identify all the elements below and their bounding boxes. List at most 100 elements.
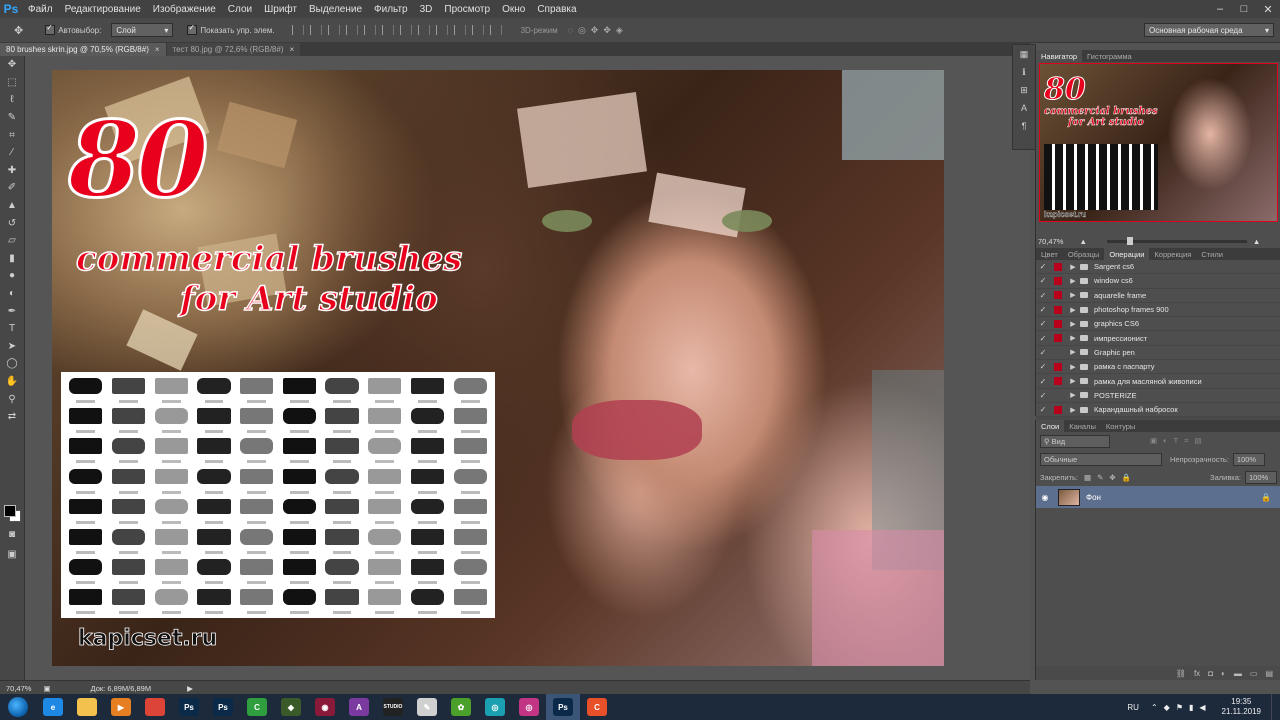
pen-tool-icon[interactable]: ✒ — [0, 302, 24, 320]
distribute-6-icon[interactable] — [489, 25, 502, 35]
align-center-icon[interactable] — [363, 25, 376, 35]
distribute-3-icon[interactable] — [435, 25, 448, 35]
distribute-4-icon[interactable] — [453, 25, 466, 35]
3d-tools-icons[interactable]: ◌◎✥✥◈ — [568, 25, 628, 36]
action-set-row[interactable]: ✓ ▶ рамка для масляной живописи — [1036, 374, 1280, 389]
menu-edit[interactable]: Редактирование — [59, 4, 147, 15]
expand-triangle-icon[interactable]: ▶ — [1066, 320, 1080, 328]
tab-adjustments[interactable]: Коррекция — [1149, 248, 1196, 260]
taskbar-app-media[interactable]: ▶ — [104, 694, 138, 720]
crop-tool-icon[interactable]: ⌗ — [0, 126, 24, 144]
dodge-tool-icon[interactable]: ◐ — [0, 285, 24, 303]
toggle-check-icon[interactable]: ✓ — [1036, 334, 1050, 343]
menu-window[interactable]: Окно — [496, 4, 531, 15]
zoom-slider[interactable] — [1106, 236, 1247, 245]
type-tool-icon[interactable]: T — [0, 320, 24, 338]
photoshop-logo[interactable]: Ps — [0, 0, 22, 18]
blend-mode-dropdown[interactable]: Обычные — [1040, 452, 1162, 466]
align-bottom-icon[interactable] — [327, 25, 340, 35]
taskbar-app-app13[interactable]: ✿ — [444, 694, 478, 720]
expand-triangle-icon[interactable]: ▶ — [1066, 291, 1080, 299]
marquee-tool-icon[interactable]: ⬚ — [0, 74, 24, 92]
tab-color[interactable]: Цвет — [1036, 248, 1063, 260]
dialog-toggle-icon[interactable] — [1054, 391, 1062, 399]
action-set-row[interactable]: ✓ ▶ graphics CS6 — [1036, 317, 1280, 332]
action-set-row[interactable]: ✓ ▶ POSTERIZE — [1036, 389, 1280, 403]
taskbar-app-ps1[interactable]: Ps — [172, 694, 206, 720]
taskbar-app-explorer[interactable] — [70, 694, 104, 720]
toggle-check-icon[interactable]: ✓ — [1036, 291, 1050, 300]
toggle-check-icon[interactable]: ✓ — [1036, 319, 1050, 328]
taskbar-app-camtasia[interactable]: C — [240, 694, 274, 720]
eyedropper-tool-icon[interactable]: ⁄ — [0, 144, 24, 162]
layer-row-background[interactable]: ◉ Фон 🔒 — [1036, 486, 1280, 508]
zoom-slider-knob[interactable] — [1126, 236, 1133, 245]
tab-histogram[interactable]: Гистограмма — [1082, 50, 1137, 62]
eraser-tool-icon[interactable]: ▱ — [0, 232, 24, 250]
mask-icon[interactable]: ◘ — [1208, 669, 1213, 678]
menu-image[interactable]: Изображение — [147, 4, 222, 15]
autoselect-checkbox[interactable] — [45, 23, 56, 35]
maximize-button[interactable]: □ — [1232, 0, 1256, 18]
menu-view[interactable]: Просмотр — [438, 4, 496, 15]
taskbar-app-app12[interactable]: ✎ — [410, 694, 444, 720]
close-button[interactable]: ✕ — [1256, 0, 1280, 18]
path-select-tool-icon[interactable]: ➤ — [0, 338, 24, 356]
align-left-icon[interactable] — [345, 25, 358, 35]
taskbar-app-app8[interactable]: ◆ — [274, 694, 308, 720]
action-set-row[interactable]: ✓ ▶ Graphic pen — [1036, 346, 1280, 361]
clock[interactable]: 19:35 21.11.2019 — [1212, 697, 1271, 716]
dialog-toggle-icon[interactable] — [1054, 362, 1062, 371]
action-set-row[interactable]: ✓ ▶ Sargent cs6 — [1036, 260, 1280, 275]
workspace-dropdown[interactable]: Основная рабочая среда ▾ — [1144, 23, 1274, 37]
dialog-toggle-icon[interactable] — [1054, 334, 1062, 343]
autoselect-dropdown[interactable]: Слой ▾ — [111, 23, 174, 37]
minimize-button[interactable]: – — [1208, 0, 1232, 18]
taskbar-app-instagram[interactable]: ◎ — [512, 694, 546, 720]
tab-actions[interactable]: Операции — [1104, 248, 1150, 260]
close-icon[interactable]: × — [290, 45, 295, 54]
link-icon[interactable]: ⛓ — [1176, 669, 1186, 678]
blur-tool-icon[interactable]: ● — [0, 267, 24, 285]
export-icon[interactable]: ▣ — [43, 684, 50, 693]
hand-tool-icon[interactable]: ✋ — [0, 373, 24, 391]
tab-80-brushes[interactable]: 80 brushes skrin.jpg @ 70,5% (RGB/8#) × — [0, 43, 166, 56]
navigator-zoom-value[interactable]: 70,47% — [1038, 237, 1063, 246]
taskbar-app-app10[interactable]: A — [342, 694, 376, 720]
navigator-thumbnail[interactable]: 80 commercial brushes for Art studio kap… — [1039, 63, 1278, 222]
menu-type[interactable]: Шрифт — [258, 4, 303, 15]
history-brush-icon[interactable]: ↺ — [0, 214, 24, 232]
expand-triangle-icon[interactable]: ▶ — [1066, 348, 1080, 356]
toggle-check-icon[interactable]: ✓ — [1036, 276, 1050, 285]
dialog-toggle-icon[interactable] — [1054, 291, 1062, 300]
action-set-row[interactable]: ✓ ▶ импрессионист — [1036, 331, 1280, 346]
tab-navigator[interactable]: Навигатор — [1036, 50, 1083, 62]
tab-styles[interactable]: Стили — [1196, 248, 1228, 260]
info-icon[interactable]: ℹ — [1013, 63, 1035, 81]
swap-colors-icon[interactable]: ⇄ — [0, 408, 24, 426]
menu-help[interactable]: Справка — [531, 4, 582, 15]
status-zoom[interactable]: 70,47% — [6, 684, 31, 693]
taskbar-app-app9[interactable]: ◉ — [308, 694, 342, 720]
menu-layers[interactable]: Слои — [222, 4, 258, 15]
dialog-toggle-icon[interactable] — [1054, 405, 1062, 414]
tray-app-icon[interactable]: ◆ — [1164, 703, 1170, 712]
layer-filter-icons[interactable]: ▣◐T⌗▤ — [1150, 436, 1208, 446]
menu-file[interactable]: Файл — [22, 4, 59, 15]
document-canvas[interactable]: 80 commercial brushes for Art studio kap… — [52, 70, 944, 666]
action-set-row[interactable]: ✓ ▶ aquarelle frame — [1036, 289, 1280, 303]
dialog-toggle-icon[interactable] — [1054, 262, 1062, 271]
taskbar-app-chrome[interactable] — [138, 694, 172, 720]
toggle-check-icon[interactable]: ✓ — [1036, 377, 1050, 386]
history-icon[interactable]: ▦ — [1013, 45, 1035, 63]
align-right-icon[interactable] — [381, 25, 394, 35]
language-indicator[interactable]: RU — [1127, 703, 1139, 712]
network-icon[interactable]: ▮ — [1189, 703, 1193, 712]
lock-icons[interactable]: ▦✎✥🔒 — [1084, 473, 1137, 482]
start-button[interactable] — [0, 694, 36, 720]
gradient-tool-icon[interactable]: ▮ — [0, 250, 24, 268]
fill-field[interactable]: 100% — [1245, 470, 1277, 484]
toggle-check-icon[interactable]: ✓ — [1036, 348, 1050, 357]
paragraph-icon[interactable]: ¶ — [1013, 117, 1035, 135]
taskbar-app-ie[interactable]: e — [36, 694, 70, 720]
